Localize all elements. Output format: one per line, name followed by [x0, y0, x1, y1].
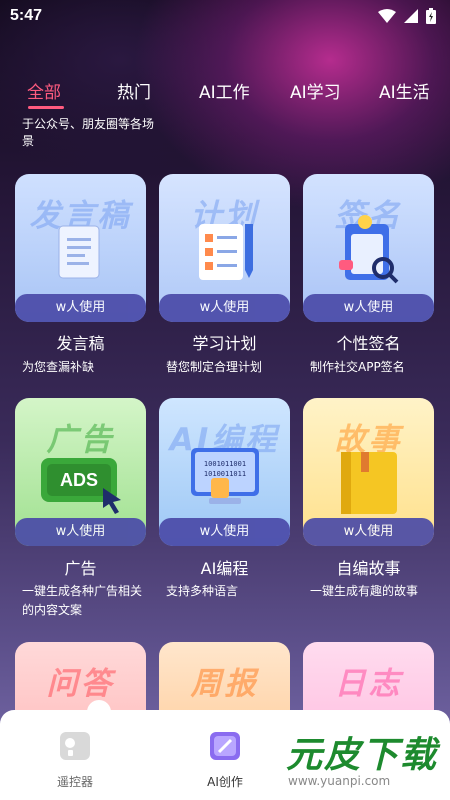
usage-count: w人使用 — [303, 518, 434, 546]
card-description: 支持多种语言 — [166, 584, 239, 598]
active-tab-indicator — [28, 106, 64, 109]
tab-all[interactable]: 全部 — [27, 78, 61, 103]
svg-text:ADS: ADS — [60, 470, 98, 490]
tab-ai-life[interactable]: AI生活 — [379, 78, 430, 103]
ai-create-icon — [210, 732, 240, 760]
category-tabs: 全部 热门 AI工作 AI学习 AI生活 — [0, 78, 450, 109]
card-description: 替您制定合理计划 — [166, 360, 263, 374]
status-bar: 5:47 — [0, 0, 450, 32]
card-ai-coding[interactable]: AI编程 1001011001 1010011011 w人使用 — [159, 398, 290, 546]
card-story[interactable]: 故事 w人使用 — [303, 398, 434, 546]
usage-count: w人使用 — [159, 294, 290, 322]
bottom-navigation: 遥控器 AI创作 元皮下载 www.yuanpi.com — [0, 710, 450, 800]
book-icon — [341, 452, 397, 514]
card-description: 制作社交APP签名 — [310, 360, 405, 374]
nav-label: AI创作 — [207, 775, 243, 789]
card-title: 发言稿 — [56, 334, 105, 353]
usage-count: w人使用 — [303, 294, 434, 322]
signal-icon — [404, 9, 418, 23]
card-description: 一键生成各种广告相关的内容文案 — [22, 584, 143, 617]
card-signature[interactable]: 签名 w人使用 — [303, 174, 434, 322]
usage-count: w人使用 — [159, 518, 290, 546]
watermark-logo: 元皮下载 www.yuanpi.com — [286, 735, 439, 788]
nav-label: 遥控器 — [56, 775, 93, 789]
section-description: 于公众号、朋友圈等各场景 — [22, 117, 155, 148]
remote-icon — [60, 732, 90, 760]
document-icon — [58, 225, 100, 279]
svg-text:1001011001: 1001011001 — [204, 460, 246, 468]
card-ads[interactable]: 广告 ADS w人使用 — [15, 398, 146, 546]
svg-text:1010011011: 1010011011 — [204, 470, 246, 478]
battery-icon — [426, 8, 436, 24]
nav-remote[interactable]: 遥控器 — [35, 728, 115, 790]
card-study-plan[interactable]: 计划 w人使用 — [159, 174, 290, 322]
card-description: 为您查漏补缺 — [22, 360, 95, 374]
checklist-pencil-icon — [199, 224, 253, 280]
card-title: 自编故事 — [336, 559, 401, 578]
ads-screen-icon: ADS — [41, 458, 121, 514]
tab-ai-study[interactable]: AI学习 — [290, 78, 341, 103]
card-title: 学习计划 — [192, 334, 257, 353]
usage-count: w人使用 — [15, 294, 146, 322]
card-title: 个性签名 — [336, 334, 401, 353]
usage-count: w人使用 — [15, 518, 146, 546]
card-title: AI编程 — [200, 559, 249, 578]
tab-hot[interactable]: 热门 — [117, 78, 151, 103]
signature-clipboard-icon — [339, 215, 399, 284]
card-description: 一键生成有趣的故事 — [310, 584, 419, 598]
coding-monitor-icon: 1001011001 1010011011 — [191, 448, 259, 504]
tab-ai-work[interactable]: AI工作 — [199, 78, 250, 103]
status-time: 5:47 — [10, 7, 43, 24]
nav-ai-create[interactable]: AI创作 — [185, 728, 265, 790]
wifi-icon — [378, 9, 396, 23]
card-title: 广告 — [64, 559, 97, 578]
card-speech[interactable]: 发言稿 w人使用 — [15, 174, 146, 322]
